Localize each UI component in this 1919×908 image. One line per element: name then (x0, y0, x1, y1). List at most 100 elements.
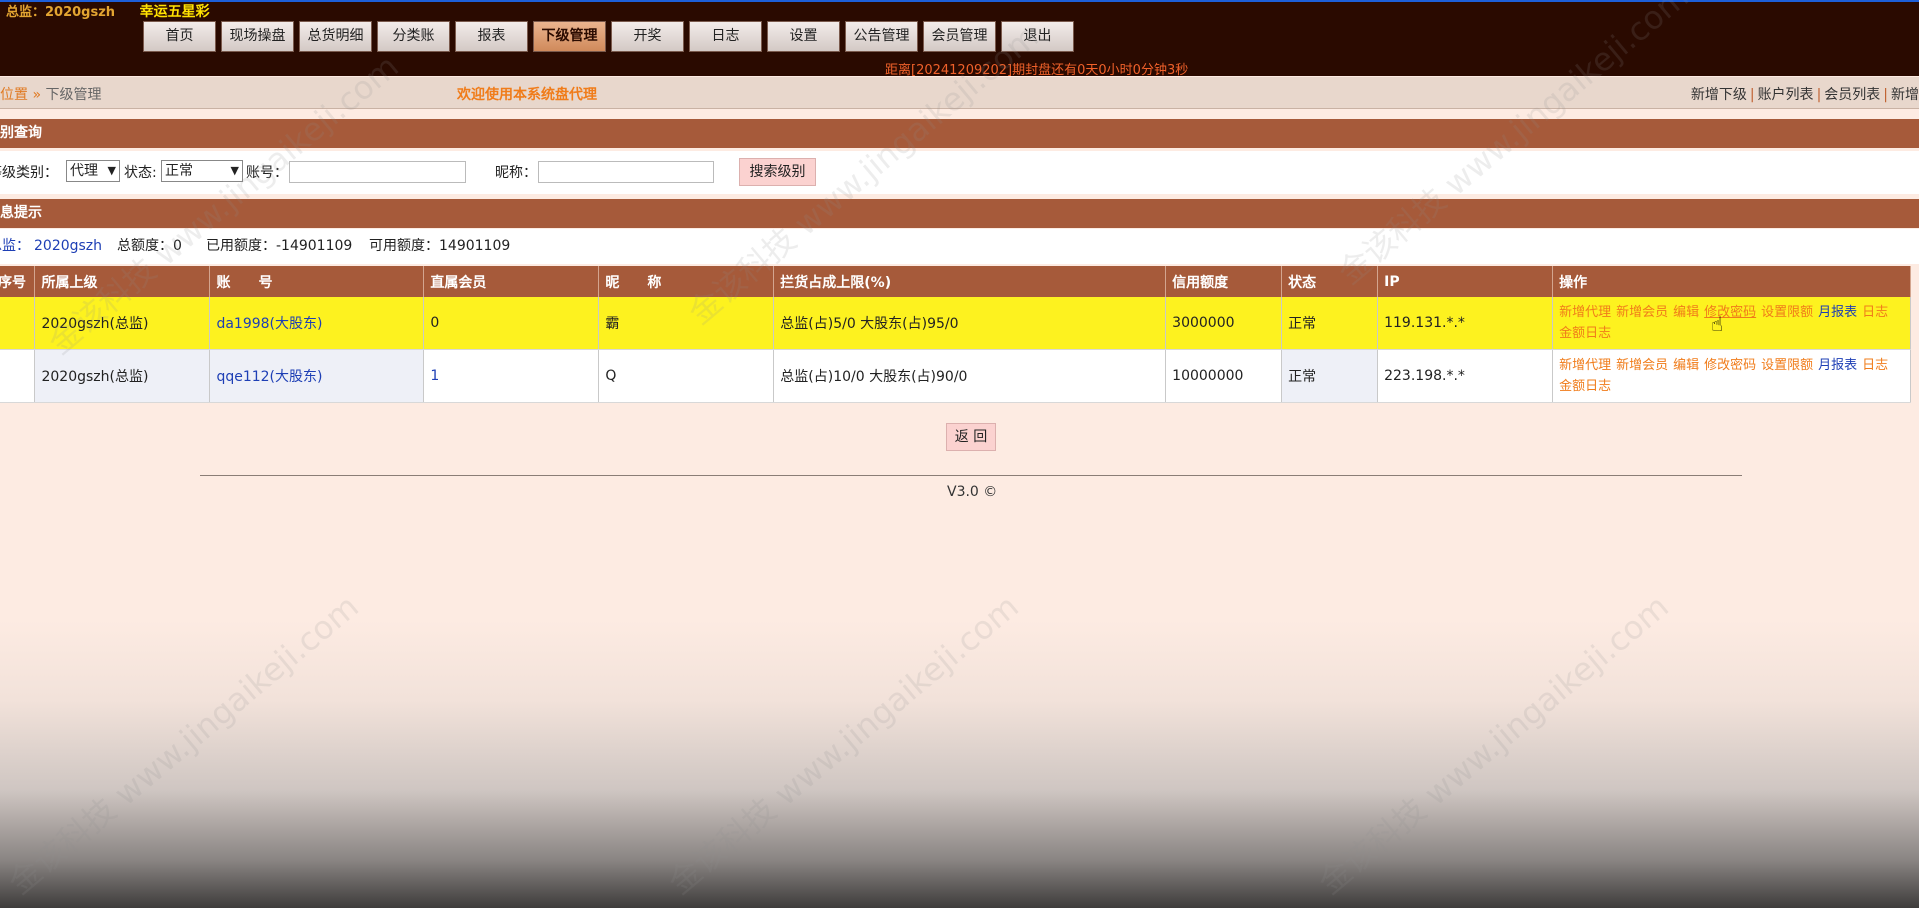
cell-nickname: 霸 (598, 297, 775, 350)
info-section-title: 信息提示 (0, 205, 42, 221)
header-index: 序号 (0, 266, 36, 297)
add-member-link[interactable]: 新增会员 (1616, 358, 1668, 373)
nav-settings[interactable]: 设置 (767, 21, 840, 52)
breadcrumb-current: 下级管理 (45, 87, 102, 103)
header-actions: 操作 (1552, 266, 1911, 297)
total-credit: 总额度：0 (117, 238, 182, 254)
nickname-label: 昵称： (495, 165, 537, 181)
breadcrumb: 位置 » 下级管理 (0, 84, 101, 104)
nav-report[interactable]: 报表 (455, 21, 528, 52)
nickname-input[interactable] (538, 161, 714, 183)
log-link[interactable]: 日志 (1862, 305, 1888, 320)
cell-account-link[interactable]: da1998(大股东) (209, 297, 425, 350)
main-nav: 首页 现场操盘 总货明细 分类账 报表 下级管理 开奖 日志 设置 公告管理 会… (143, 21, 1074, 52)
nav-total-detail[interactable]: 总货明细 (299, 21, 372, 52)
add-agent-link[interactable]: 新增代理 (1559, 305, 1611, 320)
hand-cursor-icon: ☝ (1711, 312, 1724, 336)
table-row: 2020gszh(总监) qqe112(大股东) 1 Q 总监(占)10/0 大… (0, 349, 1911, 403)
header-status: 状态 (1281, 266, 1379, 297)
link-separator: | (1883, 87, 1888, 103)
breadcrumb-bar: 位置 » 下级管理 欢迎使用本系统盘代理 新增下级 | 账户列表 | 会员列表 | 新增 (0, 77, 1919, 109)
query-section-header: 级别查询 (0, 119, 1919, 148)
change-password-link[interactable]: 修改密码 (1704, 358, 1756, 373)
cell-limit: 总监(占)5/0 大股东(占)95/0 (773, 297, 1167, 350)
header-nickname: 昵 称 (598, 266, 775, 297)
link-add-subordinate[interactable]: 新增下级 (1691, 87, 1747, 103)
add-member-link[interactable]: 新增会员 (1616, 305, 1668, 320)
amount-log-link[interactable]: 金额日志 (1559, 326, 1611, 341)
account-input[interactable] (289, 161, 466, 183)
nav-home[interactable]: 首页 (143, 21, 216, 52)
search-button[interactable]: 搜索级别 (739, 158, 816, 186)
set-limit-link[interactable]: 设置限额 (1761, 358, 1813, 373)
header-members: 直属会员 (423, 266, 600, 297)
header-parent: 所属上级 (34, 266, 211, 297)
query-section-title: 级别查询 (0, 125, 42, 141)
breadcrumb-location[interactable]: 位置 (0, 87, 28, 103)
account-label: 总监：2020gszh (6, 5, 116, 20)
link-member-list[interactable]: 会员列表 (1824, 87, 1880, 103)
cell-account-link[interactable]: qqe112(大股东) (209, 349, 425, 403)
cell-status: 正常 (1281, 297, 1379, 350)
edit-link[interactable]: 编辑 (1673, 305, 1699, 320)
close-countdown: 距离[20241209202]期封盘还有0天0小时0分钟3秒 (885, 63, 1189, 78)
used-credit: 已用额度：-14901109 (206, 238, 353, 254)
nav-log[interactable]: 日志 (689, 21, 762, 52)
status-select[interactable]: 正常 ▼ (161, 160, 243, 182)
nav-members[interactable]: 会员管理 (923, 21, 996, 52)
nav-logout[interactable]: 退出 (1001, 21, 1074, 52)
header-limit: 拦货占成上限(%) (773, 266, 1167, 297)
link-separator: | (1749, 87, 1755, 103)
log-link[interactable]: 日志 (1862, 358, 1888, 373)
header-ip: IP (1377, 266, 1554, 297)
nav-ledger[interactable]: 分类账 (377, 21, 450, 52)
level-label: 等级类别： (0, 165, 58, 181)
info-section-header: 信息提示 (0, 199, 1919, 228)
nav-announcements[interactable]: 公告管理 (845, 21, 918, 52)
amount-log-link[interactable]: 金额日志 (1559, 379, 1611, 394)
cell-members-link[interactable]: 1 (423, 349, 600, 403)
header-account: 账 号 (209, 266, 425, 297)
available-credit: 可用额度：14901109 (369, 238, 511, 254)
chevron-down-icon: ▼ (230, 164, 239, 177)
monthly-report-link[interactable]: 月报表 (1818, 358, 1857, 373)
watermark: 金该科技 www.jingaikeji.com (661, 587, 1026, 902)
table-header-row: 序号 所属上级 账 号 直属会员 昵 称 拦货占成上限(%) 信用额度 状态 I… (0, 266, 1911, 297)
nav-subordinate[interactable]: 下级管理 (533, 21, 606, 52)
breadcrumb-separator: » (32, 87, 42, 103)
top-header: 总监：2020gszh 幸运五星彩 首页 现场操盘 总货明细 分类账 报表 下级… (0, 0, 1919, 78)
link-account-list[interactable]: 账户列表 (1758, 87, 1814, 103)
cell-index (0, 297, 36, 350)
header-title: 总监：2020gszh 幸运五星彩 (6, 1, 210, 21)
cell-ip: 223.198.*.* (1377, 349, 1554, 403)
status-select-value: 正常 (165, 163, 193, 179)
nav-draw[interactable]: 开奖 (611, 21, 684, 52)
subordinate-table: 序号 所属上级 账 号 直属会员 昵 称 拦货占成上限(%) 信用额度 状态 I… (0, 266, 1911, 403)
cell-parent: 2020gszh(总监) (34, 297, 211, 350)
table-row: 2020gszh(总监) da1998(大股东) 0 霸 总监(占)5/0 大股… (0, 297, 1911, 350)
cell-limit: 总监(占)10/0 大股东(占)90/0 (773, 349, 1167, 403)
chevron-down-icon: ▼ (107, 164, 116, 177)
link-add-more[interactable]: 新增 (1891, 87, 1919, 103)
set-limit-link[interactable]: 设置限额 (1761, 305, 1813, 320)
cell-nickname: Q (598, 349, 775, 403)
account-label: 账号： (246, 165, 288, 181)
quick-links: 新增下级 | 账户列表 | 会员列表 | 新增 (1691, 84, 1919, 104)
owner-link[interactable]: 2020gszh (34, 229, 102, 264)
cell-credit: 3000000 (1165, 297, 1283, 350)
nav-live-trading[interactable]: 现场操盘 (221, 21, 294, 52)
footer-divider (200, 475, 1742, 476)
owner-label: 总监： (0, 238, 30, 254)
link-separator: | (1816, 87, 1822, 103)
cell-ip: 119.131.*.* (1377, 297, 1554, 350)
level-select[interactable]: 代理 ▼ (66, 160, 120, 182)
add-agent-link[interactable]: 新增代理 (1559, 358, 1611, 373)
monthly-report-link[interactable]: 月报表 (1818, 305, 1857, 320)
game-name: 幸运五星彩 (139, 4, 210, 20)
cell-members: 0 (423, 297, 600, 350)
back-button[interactable]: 返 回 (946, 423, 996, 451)
search-form: 等级类别： 代理 ▼ 状态: 正常 ▼ 账号： 昵称： 搜索级别 (0, 151, 1919, 194)
watermark: 金该科技 www.jingaikeji.com (1311, 587, 1676, 902)
cell-parent: 2020gszh(总监) (34, 349, 211, 403)
edit-link[interactable]: 编辑 (1673, 358, 1699, 373)
